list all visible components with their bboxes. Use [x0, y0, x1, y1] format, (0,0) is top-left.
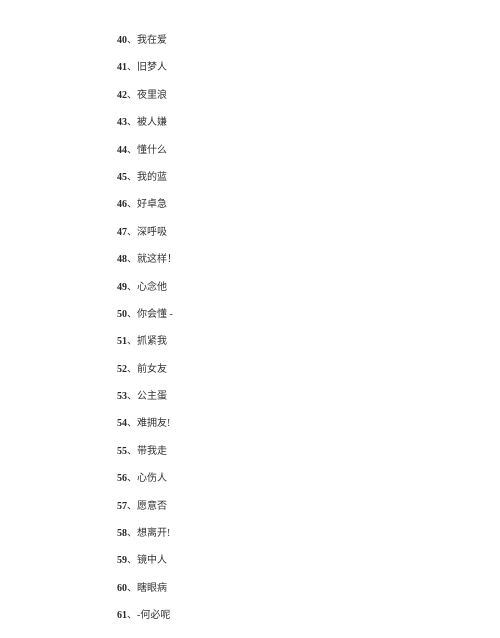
list-item: 56、心伤人	[117, 473, 500, 485]
separator: 、	[127, 336, 137, 347]
item-text: 好卓急	[137, 199, 167, 210]
separator: 、	[127, 117, 137, 128]
separator: 、	[127, 446, 137, 457]
list-item: 60、瞎眼病	[117, 583, 500, 595]
item-number: 44	[117, 145, 127, 156]
separator: 、	[127, 364, 137, 375]
separator: 、	[127, 145, 137, 156]
item-number: 41	[117, 62, 127, 73]
list-item: 41、旧梦人	[117, 62, 500, 74]
list-item: 51、抓紧我	[117, 336, 500, 348]
item-number: 53	[117, 391, 127, 402]
list-item: 47、深呼吸	[117, 227, 500, 239]
item-text: 被人嫌	[137, 117, 167, 128]
item-number: 43	[117, 117, 127, 128]
item-text: 瞎眼病	[137, 583, 167, 594]
separator: 、	[127, 309, 137, 320]
separator: 、	[127, 199, 137, 210]
item-number: 46	[117, 199, 127, 210]
item-text: 前女友	[137, 364, 167, 375]
item-number: 60	[117, 583, 127, 594]
item-text: 心伤人	[137, 473, 167, 484]
list-item: 45、我的蓝	[117, 172, 500, 184]
item-text: 心念他	[137, 282, 167, 293]
separator: 、	[127, 35, 137, 46]
list-item: 52、前女友	[117, 364, 500, 376]
separator: 、	[127, 418, 137, 429]
item-number: 51	[117, 336, 127, 347]
separator: 、	[127, 583, 137, 594]
separator: 、	[127, 501, 137, 512]
item-text: 我的蓝	[137, 172, 167, 183]
list-item: 61、-何必呢	[117, 610, 500, 622]
list-item: 49、心念他	[117, 282, 500, 294]
separator: 、	[127, 473, 137, 484]
item-text: 镜中人	[137, 555, 167, 566]
list-item: 42、夜里浪	[117, 90, 500, 102]
separator: 、	[127, 391, 137, 402]
item-number: 45	[117, 172, 127, 183]
item-number: 49	[117, 282, 127, 293]
list-item: 46、好卓急	[117, 199, 500, 211]
item-text: -何必呢	[137, 610, 170, 621]
item-number: 59	[117, 555, 127, 566]
list-item: 48、就这样！	[117, 254, 500, 266]
item-number: 56	[117, 473, 127, 484]
item-text: 懂什么	[137, 145, 167, 156]
item-number: 55	[117, 446, 127, 457]
numbered-list: 40、我在爱41、旧梦人42、夜里浪43、被人嫌44、懂什么45、我的蓝46、好…	[117, 35, 500, 622]
item-text: 旧梦人	[137, 62, 167, 73]
item-text: 我在爱	[137, 35, 167, 46]
separator: 、	[127, 227, 137, 238]
separator: 、	[127, 62, 137, 73]
list-item: 43、被人嫌	[117, 117, 500, 129]
list-item: 55、带我走	[117, 446, 500, 458]
item-number: 54	[117, 418, 127, 429]
item-text: 深呼吸	[137, 227, 167, 238]
list-item: 58、想离开!	[117, 528, 500, 540]
item-number: 42	[117, 90, 127, 101]
list-item: 50、你会懂 -	[117, 309, 500, 321]
separator: 、	[127, 282, 137, 293]
separator: 、	[127, 555, 137, 566]
item-number: 57	[117, 501, 127, 512]
item-text: 抓紧我	[137, 336, 167, 347]
list-item: 57、愿意否	[117, 501, 500, 513]
separator: 、	[127, 172, 137, 183]
item-number: 61	[117, 610, 127, 621]
list-item: 59、镜中人	[117, 555, 500, 567]
separator: 、	[127, 528, 137, 539]
separator: 、	[127, 254, 137, 265]
item-text: 愿意否	[137, 501, 167, 512]
item-number: 48	[117, 254, 127, 265]
list-item: 40、我在爱	[117, 35, 500, 47]
item-text: 难拥友!	[137, 418, 170, 429]
separator: 、	[127, 90, 137, 101]
list-item: 44、懂什么	[117, 145, 500, 157]
list-item: 53、公主蛋	[117, 391, 500, 403]
item-number: 58	[117, 528, 127, 539]
item-text: 就这样！	[137, 254, 177, 265]
item-number: 47	[117, 227, 127, 238]
item-number: 50	[117, 309, 127, 320]
item-number: 52	[117, 364, 127, 375]
item-text: 公主蛋	[137, 391, 167, 402]
item-text: 夜里浪	[137, 90, 167, 101]
separator: 、	[127, 610, 137, 621]
item-text: 你会懂 -	[137, 309, 173, 320]
item-text: 带我走	[137, 446, 167, 457]
item-number: 40	[117, 35, 127, 46]
list-item: 54、难拥友!	[117, 418, 500, 430]
item-text: 想离开!	[137, 528, 170, 539]
